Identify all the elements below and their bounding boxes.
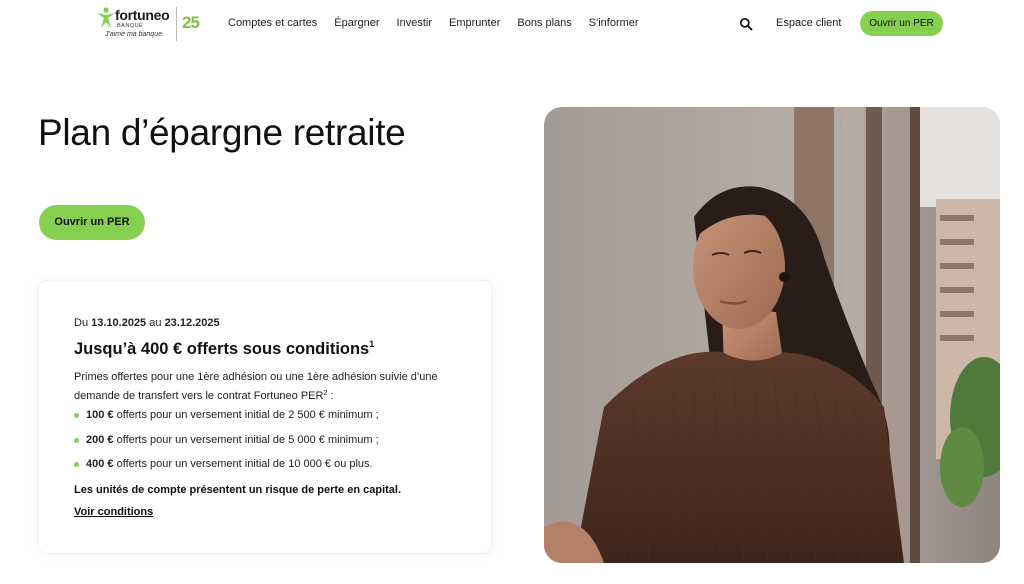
list-item: 200 € offerts pour un versement initial … <box>74 434 379 459</box>
list-item: 100 € offerts pour un versement initial … <box>74 409 379 434</box>
risk-warning: Les unités de compte présentent un risqu… <box>74 484 402 496</box>
espace-client-link[interactable]: Espace client <box>776 17 841 29</box>
dates-mid: au <box>149 317 162 329</box>
bullet-dot-icon <box>74 462 79 467</box>
bullet-amount: 200 € <box>86 433 114 446</box>
date-from: 13.10.2025 <box>91 317 147 329</box>
see-conditions-link[interactable]: Voir conditions <box>74 506 153 518</box>
anniversary-badge: 25 <box>182 13 200 32</box>
offer-dates: Du 13.10.2025 au 23.12.2025 <box>74 317 220 329</box>
logo-wordmark: fortuneo <box>115 7 170 23</box>
nav-item-comptes[interactable]: Comptes et cartes <box>228 17 317 29</box>
nav-item-bons-plans[interactable]: Bons plans <box>517 17 571 29</box>
list-item: 400 € offerts pour un versement initial … <box>74 458 379 483</box>
figure-logo-icon <box>97 7 115 28</box>
offer-headline: Jusqu’à 400 € offerts sous conditions1 <box>74 339 374 359</box>
bullet-dot-icon <box>74 413 79 418</box>
search-icon[interactable] <box>739 17 753 31</box>
header-open-per-button[interactable]: Ouvrir un PER <box>860 11 943 36</box>
site-header: fortuneo BANQUE J'aime ma banque 25 Comp… <box>0 0 1024 48</box>
logo-subtitle: BANQUE <box>117 23 144 29</box>
nav-item-sinformer[interactable]: S'informer <box>589 17 639 29</box>
offer-intro-end: : <box>327 389 334 402</box>
nav-item-investir[interactable]: Investir <box>397 17 432 29</box>
bullet-amount: 400 € <box>86 458 114 470</box>
offer-intro: Primes offertes pour une 1ère adhésion o… <box>74 369 464 404</box>
offer-card: Du 13.10.2025 au 23.12.2025 Jusqu’à 400 … <box>38 280 492 554</box>
nav-item-emprunter[interactable]: Emprunter <box>449 17 500 29</box>
offer-bullets: 100 € offerts pour un versement initial … <box>74 409 379 483</box>
nav-item-epargner[interactable]: Épargner <box>334 17 379 29</box>
page-title: Plan d’épargne retraite <box>38 112 406 153</box>
bullet-dot-icon <box>74 437 79 443</box>
open-per-button[interactable]: Ouvrir un PER <box>39 205 145 240</box>
dates-prefix: Du <box>74 317 89 329</box>
footnote-1: 1 <box>369 339 375 349</box>
bullet-text: offerts pour un versement initial de 5 0… <box>113 433 379 446</box>
fortuneo-logo[interactable]: fortuneo BANQUE J'aime ma banque 25 <box>96 5 206 43</box>
hero-photo <box>544 107 1000 563</box>
date-to: 23.12.2025 <box>164 317 220 329</box>
logo-tagline: J'aime ma banque <box>105 31 162 38</box>
logo-divider <box>176 7 177 41</box>
bullet-text: offerts pour un versement initial de 10 … <box>113 458 373 470</box>
bullet-amount: 100 € <box>86 409 114 421</box>
woman-portrait-image <box>544 107 1000 563</box>
main-nav: Comptes et cartes Épargner Investir Empr… <box>228 17 656 29</box>
bullet-text: offerts pour un versement initial de 2 5… <box>113 409 379 421</box>
offer-intro-text: Primes offertes pour une 1ère adhésion o… <box>74 371 438 402</box>
offer-headline-text: Jusqu’à 400 € offerts sous conditions <box>74 340 370 358</box>
